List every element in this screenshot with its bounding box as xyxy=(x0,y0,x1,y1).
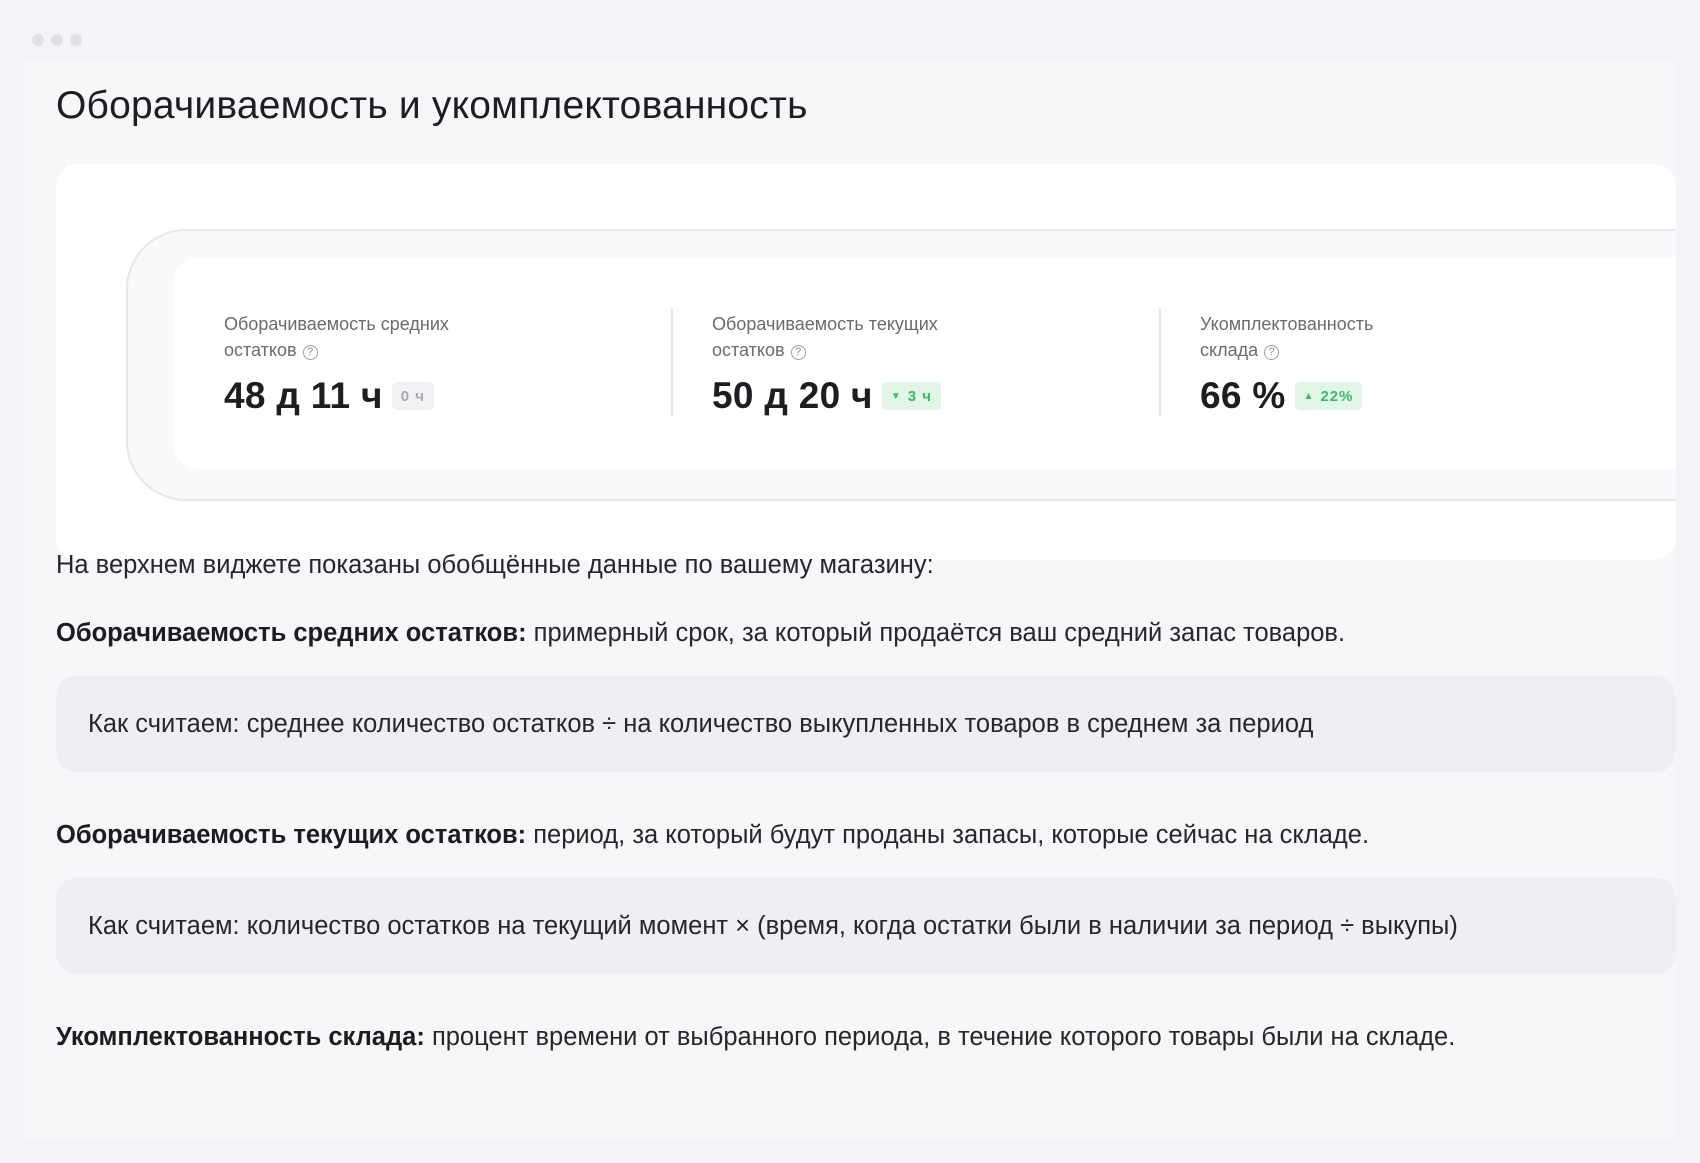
metric-current-turnover: Оборачиваемость текущих остатков? 50 д 2… xyxy=(712,311,1152,431)
metric-warehouse-completeness: Укомплектованность склада? 66 % ▲ 22% xyxy=(1200,311,1640,431)
metric-avg-turnover: Оборачиваемость средних остатков? 48 д 1… xyxy=(224,311,664,431)
window-dot xyxy=(32,34,44,46)
completeness-description: Укомплектованность склада: процент време… xyxy=(56,1020,1455,1054)
delta-value: 0 ч xyxy=(400,387,425,405)
metric-value: 48 д 11 ч xyxy=(224,375,383,416)
formula-box: Как считаем: количество остатков на теку… xyxy=(56,878,1676,974)
help-icon[interactable]: ? xyxy=(790,345,806,360)
metric-value: 50 д 20 ч xyxy=(712,375,873,416)
help-icon[interactable]: ? xyxy=(1264,345,1280,360)
arrow-down-icon: ▼ xyxy=(890,390,902,402)
definition: период, за который будут проданы запасы,… xyxy=(526,821,1370,849)
widget-screenshot-card: Оборачиваемость средних остатков? 48 д 1… xyxy=(56,164,1676,560)
delta-badge: ▼ 3 ч xyxy=(881,382,941,410)
delta-badge: 0 ч xyxy=(391,382,434,410)
formula-text: Как считаем: количество остатков на теку… xyxy=(88,911,1458,940)
widget-frame: Оборачиваемость средних остатков? 48 д 1… xyxy=(126,229,1676,501)
current-turnover-description: Оборачиваемость текущих остатков: период… xyxy=(56,818,1369,852)
window-dot xyxy=(51,34,63,46)
delta-value: 22% xyxy=(1320,387,1354,405)
definition: примерный срок, за который продаётся ваш… xyxy=(526,619,1346,647)
arrow-up-icon: ▲ xyxy=(1303,390,1315,402)
metric-label: Оборачиваемость средних остатков xyxy=(224,314,449,360)
page-title: Оборачиваемость и укомплектованность xyxy=(56,84,808,127)
formula-box: Как считаем: среднее количество остатков… xyxy=(56,676,1676,772)
window-dot xyxy=(70,34,82,46)
article-page: Оборачиваемость и укомплектованность Обо… xyxy=(24,62,1676,1140)
term: Укомплектованность склада: xyxy=(56,1023,425,1051)
metric-value: 66 % xyxy=(1200,375,1286,416)
metric-label: Оборачиваемость текущих остатков xyxy=(712,314,938,360)
term: Оборачиваемость текущих остатков: xyxy=(56,821,527,849)
help-icon[interactable]: ? xyxy=(302,345,318,360)
window-dots xyxy=(32,34,82,46)
metric-divider xyxy=(671,309,673,417)
delta-badge: ▲ 22% xyxy=(1294,382,1363,410)
metric-label: Укомплектованность склада xyxy=(1200,314,1374,360)
avg-turnover-description: Оборачиваемость средних остатков: пример… xyxy=(56,616,1345,650)
intro-text: На верхнем виджете показаны обобщённые д… xyxy=(56,551,934,579)
delta-value: 3 ч xyxy=(907,387,932,405)
metric-divider xyxy=(1159,309,1161,417)
metrics-widget: Оборачиваемость средних остатков? 48 д 1… xyxy=(174,257,1676,469)
definition: процент времени от выбранного периода, в… xyxy=(424,1023,1456,1051)
formula-text: Как считаем: среднее количество остатков… xyxy=(88,709,1314,738)
term: Оборачиваемость средних остатков: xyxy=(56,619,527,647)
